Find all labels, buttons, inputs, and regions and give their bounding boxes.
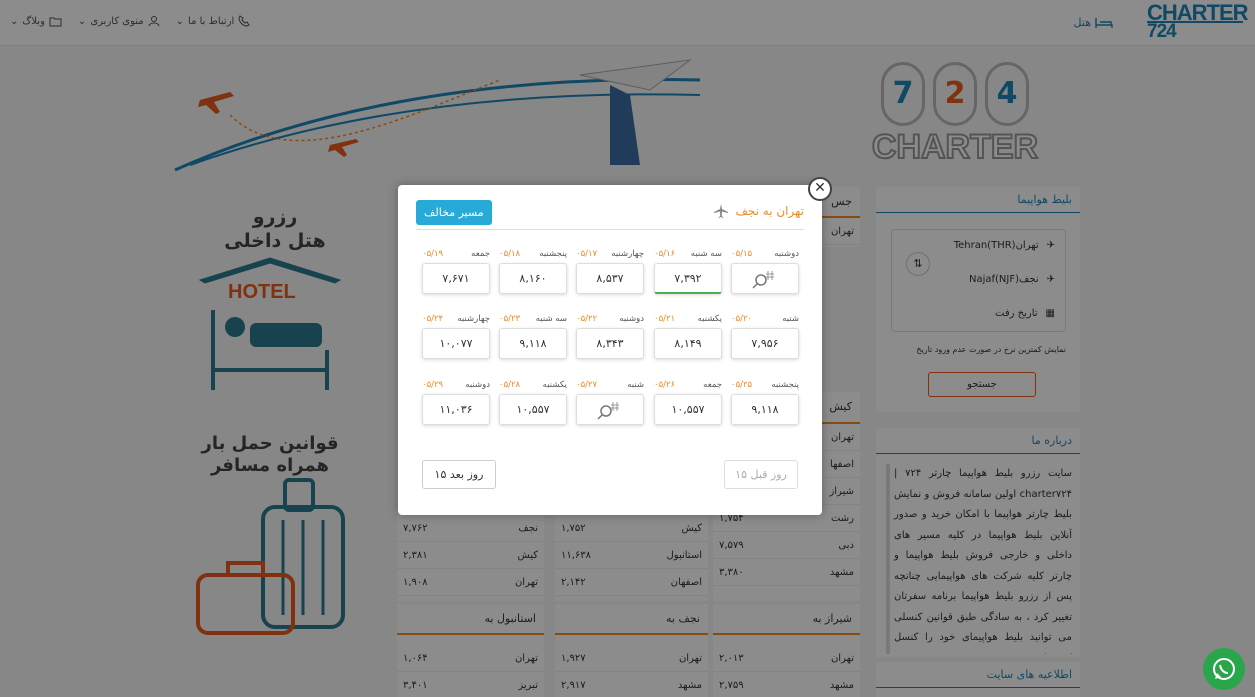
day-date: ۰۵/۲۲ (576, 314, 598, 324)
day-date: ۰۵/۱۹ (422, 249, 444, 259)
calendar-day: سه شنبه ۰۵/۱۶ ۷,۳۹۲ (654, 249, 722, 294)
day-price-button[interactable]: ۱۰,۵۵۷ (499, 394, 567, 425)
plane-icon (714, 204, 729, 218)
search-price-button[interactable] (731, 263, 799, 294)
day-name: جمعه (703, 380, 722, 390)
calendar-day: یکشنبه ۰۵/۲۱ ۸,۱۴۹ (654, 314, 722, 359)
day-name: سه شنبه (690, 249, 722, 259)
divider (416, 229, 804, 230)
day-price-button[interactable]: ۹,۱۱۸ (499, 328, 567, 359)
whatsapp-icon[interactable] (1203, 648, 1245, 690)
search-price-button[interactable] (576, 394, 644, 425)
calendar-day: چهارشنبه ۰۵/۲۴ ۱۰,۰۷۷ (422, 314, 490, 359)
day-date: ۰۵/۲۴ (422, 314, 444, 324)
day-date: ۰۵/۲۰ (731, 314, 753, 324)
day-name: شنبه (782, 314, 799, 324)
modal-title: تهران به نجف (713, 203, 804, 219)
day-date: ۰۵/۱۵ (731, 249, 753, 259)
calendar-day: سه شنبه ۰۵/۲۳ ۹,۱۱۸ (499, 314, 567, 359)
day-name: شنبه (627, 380, 644, 390)
calendar-day: پنجشنبه ۰۵/۲۵ ۹,۱۱۸ (731, 380, 799, 425)
day-price-button[interactable]: ۸,۵۳۷ (576, 263, 644, 294)
calendar-day: چهارشنبه ۰۵/۱۷ ۸,۵۳۷ (576, 249, 644, 294)
day-date: ۰۵/۲۵ (731, 380, 753, 390)
close-icon[interactable]: ✕ (808, 177, 832, 201)
calendar-day: شنبه ۰۵/۲۰ ۷,۹۵۶ (731, 314, 799, 359)
day-date: ۰۵/۱۶ (654, 249, 676, 259)
day-date: ۰۵/۲۷ (576, 380, 598, 390)
day-price-button[interactable]: ۱۱,۰۳۶ (422, 394, 490, 425)
calendar-day: پنجشنبه ۰۵/۱۸ ۸,۱۶۰ (499, 249, 567, 294)
day-date: ۰۵/۲۶ (654, 380, 676, 390)
day-price-button[interactable]: ۷,۹۵۶ (731, 328, 799, 359)
day-name: چهارشنبه (457, 314, 490, 324)
prev-15-days-button[interactable]: ۱۵ روز قبل (724, 460, 798, 489)
modal-title-text: تهران به نجف (735, 204, 804, 218)
calendar-day: یکشنبه ۰۵/۲۸ ۱۰,۵۵۷ (499, 380, 567, 425)
search-icon (752, 271, 774, 289)
day-date: ۰۵/۲۱ (654, 314, 676, 324)
day-name: پنجشنبه (771, 380, 799, 390)
calendar-day: دوشنبه ۰۵/۲۹ ۱۱,۰۳۶ (422, 380, 490, 425)
day-date: ۰۵/۲۹ (422, 380, 444, 390)
day-name: دوشنبه (774, 249, 799, 259)
calendar-day: دوشنبه ۰۵/۱۵ (731, 249, 799, 294)
price-calendar-modal: تهران به نجف مسیر مخالف دوشنبه ۰۵/۱۵ سه شن… (398, 185, 822, 515)
calendar-day: شنبه ۰۵/۲۷ (576, 380, 644, 425)
day-price-button[interactable]: ۸,۱۴۹ (654, 328, 722, 359)
next-15-days-button[interactable]: ۱۵ روز بعد (422, 460, 496, 489)
day-price-button[interactable]: ۹,۱۱۸ (731, 394, 799, 425)
day-name: پنجشنبه (539, 249, 567, 259)
day-price-button[interactable]: ۸,۳۴۳ (576, 328, 644, 359)
calendar-day: جمعه ۰۵/۱۹ ۷,۶۷۱ (422, 249, 490, 294)
day-name: یکشنبه (697, 314, 722, 324)
search-icon (597, 402, 619, 420)
day-date: ۰۵/۲۸ (499, 380, 521, 390)
day-name: چهارشنبه (611, 249, 644, 259)
day-price-button[interactable]: ۸,۱۶۰ (499, 263, 567, 294)
calendar-day: جمعه ۰۵/۲۶ ۱۰,۵۵۷ (654, 380, 722, 425)
day-name: جمعه (471, 249, 490, 259)
calendar-day: دوشنبه ۰۵/۲۲ ۸,۳۴۳ (576, 314, 644, 359)
day-name: دوشنبه (619, 314, 644, 324)
day-price-button[interactable]: ۷,۳۹۲ (654, 263, 722, 294)
day-price-button[interactable]: ۱۰,۰۷۷ (422, 328, 490, 359)
day-date: ۰۵/۱۸ (499, 249, 521, 259)
reverse-route-button[interactable]: مسیر مخالف (416, 200, 492, 225)
day-price-button[interactable]: ۱۰,۵۵۷ (654, 394, 722, 425)
day-date: ۰۵/۱۷ (576, 249, 598, 259)
day-date: ۰۵/۲۳ (499, 314, 521, 324)
day-name: یکشنبه (542, 380, 567, 390)
day-price-button[interactable]: ۷,۶۷۱ (422, 263, 490, 294)
whatsapp-glyph (1213, 658, 1235, 680)
day-name: دوشنبه (465, 380, 490, 390)
day-name: سه شنبه (535, 314, 567, 324)
